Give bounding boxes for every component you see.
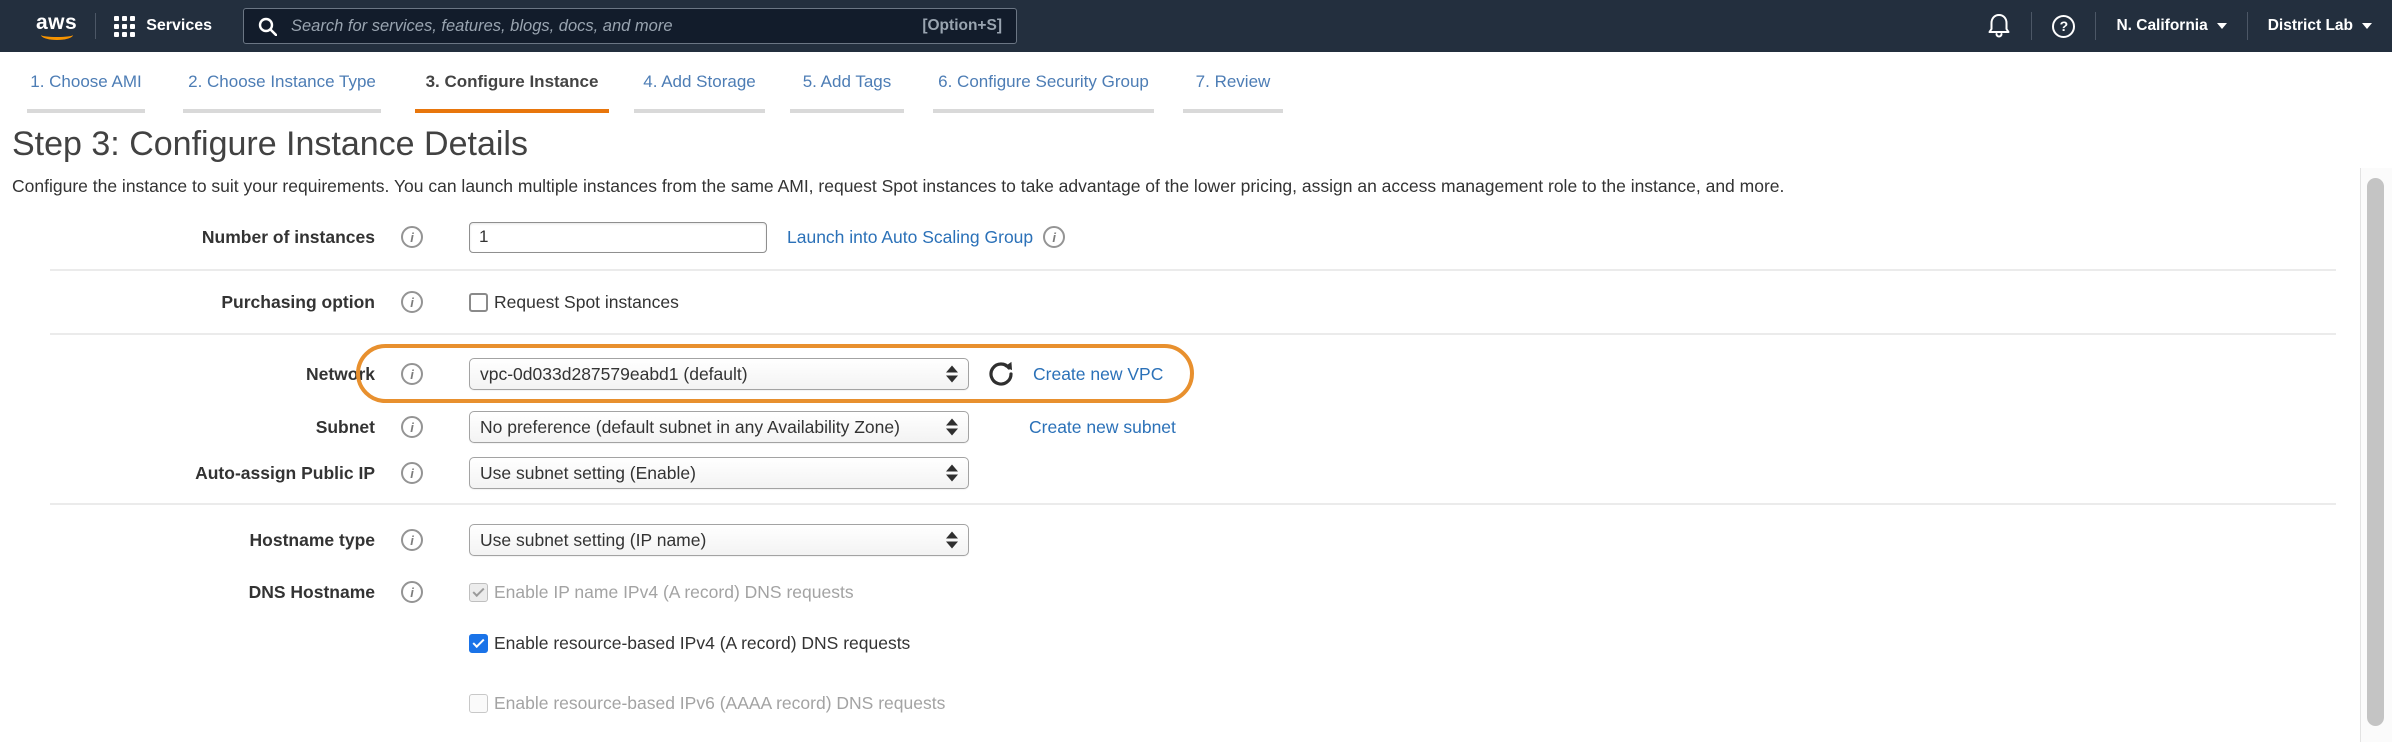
network-label: Network xyxy=(0,364,375,385)
chevron-down-icon xyxy=(2217,23,2227,29)
vertical-scrollbar-thumb[interactable] xyxy=(2367,178,2384,726)
section-divider xyxy=(50,333,2336,335)
topbar-divider xyxy=(95,13,96,39)
account-menu[interactable]: District Lab xyxy=(2268,17,2372,35)
section-divider xyxy=(50,503,2336,505)
row-number-of-instances: Number of instances i Launch into Auto S… xyxy=(0,219,2392,255)
account-label: District Lab xyxy=(2268,17,2353,35)
hostname-type-label: Hostname type xyxy=(0,530,375,551)
network-selected-value: vpc-0d033d287579eabd1 (default) xyxy=(480,364,748,385)
auto-assign-public-ip-select[interactable]: Use subnet setting (Enable) xyxy=(469,457,969,489)
auto-assign-public-ip-label: Auto-assign Public IP xyxy=(0,463,375,484)
enable-resource-based-ipv4-checkbox[interactable] xyxy=(469,634,488,653)
info-icon[interactable]: i xyxy=(401,363,423,385)
services-menu[interactable]: Services xyxy=(114,16,212,37)
request-spot-instances-checkbox[interactable] xyxy=(469,293,488,312)
services-label: Services xyxy=(146,17,212,35)
top-navigation-bar: aws Services [Option+S] ? N. California … xyxy=(0,0,2392,52)
row-dns-hostname: DNS Hostname i Enable IP name IPv4 (A re… xyxy=(0,574,2392,610)
aws-logo[interactable]: aws xyxy=(36,13,77,40)
aws-smile-icon xyxy=(41,30,73,40)
row-auto-assign-public-ip: Auto-assign Public IP i Use subnet setti… xyxy=(0,455,2392,491)
select-stepper-icon xyxy=(946,465,958,482)
search-icon xyxy=(258,17,277,36)
chevron-down-icon xyxy=(2362,23,2372,29)
hostname-type-select[interactable]: Use subnet setting (IP name) xyxy=(469,524,969,556)
info-icon[interactable]: i xyxy=(401,291,423,313)
enable-resource-based-ipv6-checkbox xyxy=(469,694,488,713)
info-icon[interactable]: i xyxy=(401,462,423,484)
tab-choose-instance-type[interactable]: 2. Choose Instance Type xyxy=(183,72,381,113)
page-title: Step 3: Configure Instance Details xyxy=(12,125,528,164)
tab-review[interactable]: 7. Review xyxy=(1183,72,1283,113)
info-icon[interactable]: i xyxy=(1043,226,1065,248)
refresh-icon[interactable] xyxy=(987,360,1015,388)
launch-into-auto-scaling-group-link[interactable]: Launch into Auto Scaling Group xyxy=(787,227,1033,248)
enable-resource-based-ipv4-label: Enable resource-based IPv4 (A record) DN… xyxy=(494,633,910,654)
purchasing-option-label: Purchasing option xyxy=(0,292,375,313)
region-label: N. California xyxy=(2116,17,2207,35)
tab-configure-security-group[interactable]: 6. Configure Security Group xyxy=(933,72,1154,113)
search-input[interactable] xyxy=(289,16,922,37)
info-icon[interactable]: i xyxy=(401,226,423,248)
page-description: Configure the instance to suit your requ… xyxy=(12,176,2342,197)
number-of-instances-input[interactable] xyxy=(469,222,767,253)
row-network: Network i vpc-0d033d287579eabd1 (default… xyxy=(0,356,2392,392)
global-search[interactable]: [Option+S] xyxy=(243,8,1017,44)
enable-resource-based-ipv6-label: Enable resource-based IPv6 (AAAA record)… xyxy=(494,693,945,714)
region-selector[interactable]: N. California xyxy=(2116,17,2226,35)
help-icon[interactable]: ? xyxy=(2052,15,2075,38)
section-divider xyxy=(50,269,2336,271)
search-shortcut-hint: [Option+S] xyxy=(922,17,1002,35)
network-select[interactable]: vpc-0d033d287579eabd1 (default) xyxy=(469,358,969,390)
hostname-type-selected-value: Use subnet setting (IP name) xyxy=(480,530,706,551)
info-icon[interactable]: i xyxy=(401,581,423,603)
tab-add-storage[interactable]: 4. Add Storage xyxy=(634,72,765,113)
vertical-scrollbar-track[interactable] xyxy=(2360,168,2392,742)
services-grid-icon xyxy=(114,16,135,37)
row-subnet: Subnet i No preference (default subnet i… xyxy=(0,409,2392,445)
row-dns-hostname-option2: Enable resource-based IPv4 (A record) DN… xyxy=(0,625,2392,661)
notifications-bell-icon[interactable] xyxy=(1987,13,2011,39)
topbar-separator xyxy=(2247,12,2248,40)
subnet-select[interactable]: No preference (default subnet in any Ava… xyxy=(469,411,969,443)
select-stepper-icon xyxy=(946,532,958,549)
select-stepper-icon xyxy=(946,419,958,436)
enable-ip-name-ipv4-label: Enable IP name IPv4 (A record) DNS reque… xyxy=(494,582,854,603)
info-icon[interactable]: i xyxy=(401,529,423,551)
subnet-label: Subnet xyxy=(0,417,375,438)
enable-ip-name-ipv4-checkbox xyxy=(469,583,488,602)
info-icon[interactable]: i xyxy=(401,416,423,438)
subnet-selected-value: No preference (default subnet in any Ava… xyxy=(480,417,900,438)
topbar-separator xyxy=(2095,12,2096,40)
auto-assign-public-ip-selected-value: Use subnet setting (Enable) xyxy=(480,463,696,484)
row-hostname-type: Hostname type i Use subnet setting (IP n… xyxy=(0,522,2392,558)
row-purchasing-option: Purchasing option i Request Spot instanc… xyxy=(0,284,2392,320)
create-new-vpc-link[interactable]: Create new VPC xyxy=(1033,364,1163,385)
tab-choose-ami[interactable]: 1. Choose AMI xyxy=(27,72,145,113)
tab-configure-instance[interactable]: 3. Configure Instance xyxy=(415,72,609,113)
dns-hostname-label: DNS Hostname xyxy=(0,582,375,603)
create-new-subnet-link[interactable]: Create new subnet xyxy=(1029,417,1176,438)
topbar-separator xyxy=(2031,12,2032,40)
request-spot-instances-label: Request Spot instances xyxy=(494,292,679,313)
select-stepper-icon xyxy=(946,366,958,383)
row-dns-hostname-option3: Enable resource-based IPv6 (AAAA record)… xyxy=(0,685,2392,721)
number-of-instances-label: Number of instances xyxy=(0,227,375,248)
tab-add-tags[interactable]: 5. Add Tags xyxy=(790,72,904,113)
